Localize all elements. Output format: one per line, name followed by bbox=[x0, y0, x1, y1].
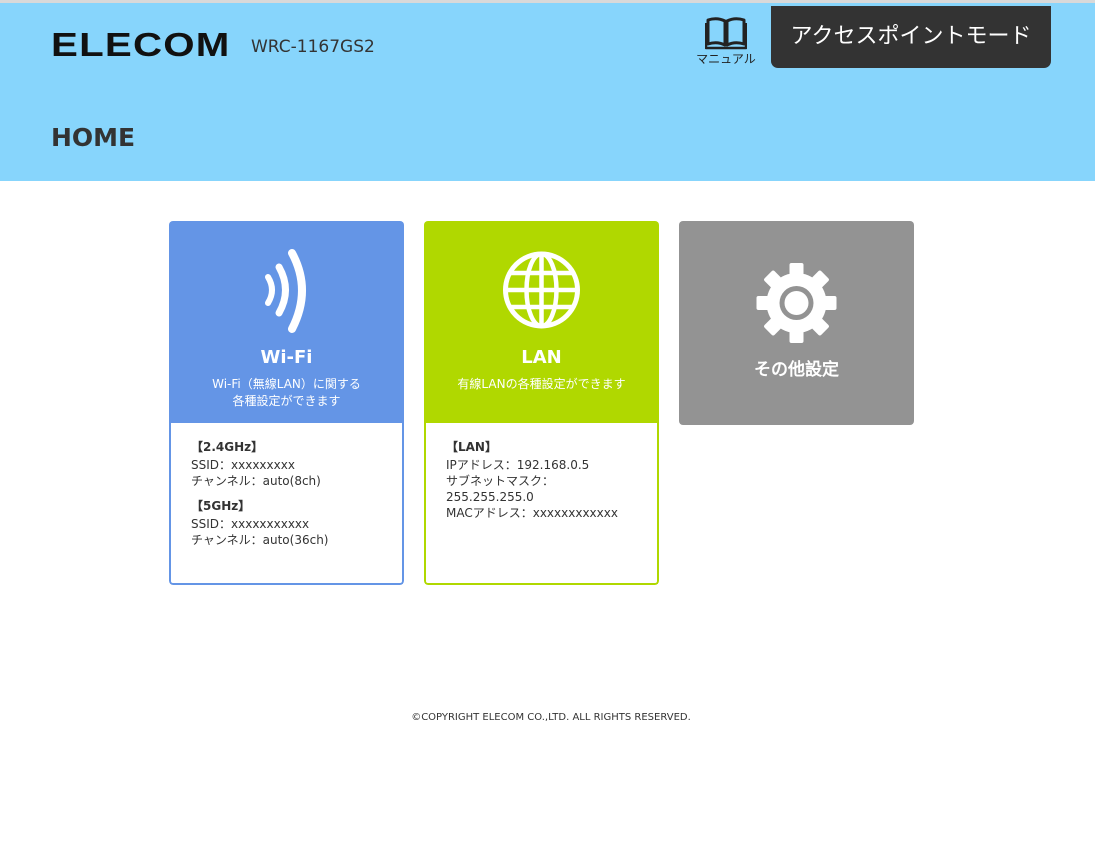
lan-subnet-label: サブネットマスク： bbox=[446, 474, 555, 488]
gear-icon bbox=[756, 263, 837, 343]
lan-ip-address: IPアドレス：192.168.0.5 bbox=[446, 458, 590, 472]
lan-card-header[interactable]: LAN 有線LANの各種設定ができます bbox=[424, 221, 659, 423]
header-bar: ELECOM WRC-1167GS2 マニュアル アクセスポイントモード HOM… bbox=[0, 3, 1095, 181]
band-24ghz-channel: チャンネル：auto(8ch) bbox=[191, 474, 321, 488]
lan-card[interactable]: LAN 有線LANの各種設定ができます 【LAN】 IPアドレス：192.168… bbox=[424, 221, 659, 585]
lan-card-title: LAN bbox=[521, 347, 562, 368]
model-name: WRC-1167GS2 bbox=[251, 37, 375, 57]
manual-label: マニュアル bbox=[696, 52, 756, 66]
manual-link[interactable]: マニュアル bbox=[693, 14, 759, 72]
access-point-mode-button[interactable]: アクセスポイントモード bbox=[771, 6, 1051, 68]
wifi-signal-icon bbox=[265, 249, 306, 333]
page-title: HOME bbox=[51, 123, 136, 152]
lan-subnet-value: 255.255.255.0 bbox=[446, 490, 534, 504]
band-24ghz-heading: 【2.4GHz】 bbox=[191, 440, 264, 454]
band-24ghz-ssid: SSID：xxxxxxxxx bbox=[191, 458, 295, 472]
band-5ghz-channel: チャンネル：auto(36ch) bbox=[191, 533, 329, 547]
wifi-card-header[interactable]: Wi-Fi Wi-Fi（無線LAN）に関する 各種設定ができます bbox=[169, 221, 404, 423]
elecom-logo: ELECOM bbox=[51, 26, 231, 63]
book-icon bbox=[705, 17, 747, 50]
wifi-card-description: Wi-Fi（無線LAN）に関する 各種設定ができます bbox=[179, 376, 394, 410]
other-settings-title: その他設定 bbox=[754, 360, 839, 380]
wifi-desc-line2: 各種設定ができます bbox=[232, 394, 341, 408]
wifi-card-title: Wi-Fi bbox=[260, 347, 313, 368]
globe-icon bbox=[503, 251, 580, 329]
band-5ghz-ssid: SSID：xxxxxxxxxxx bbox=[191, 517, 310, 531]
wifi-desc-line1: Wi-Fi（無線LAN）に関する bbox=[212, 377, 361, 391]
other-settings-card[interactable]: その他設定 bbox=[679, 221, 914, 425]
other-settings-header[interactable]: その他設定 bbox=[679, 221, 914, 425]
band-5ghz-heading: 【5GHz】 bbox=[191, 499, 251, 513]
lan-mac-address: MACアドレス：xxxxxxxxxxxx bbox=[446, 506, 618, 520]
wifi-card-info: 【2.4GHz】 SSID：xxxxxxxxx チャンネル：auto(8ch) … bbox=[169, 423, 404, 585]
lan-heading: 【LAN】 bbox=[446, 440, 497, 454]
copyright-footer: ©COPYRIGHT ELECOM CO.,LTD. ALL RIGHTS RE… bbox=[411, 712, 691, 723]
lan-card-info: 【LAN】 IPアドレス：192.168.0.5 サブネットマスク： 255.2… bbox=[424, 423, 659, 585]
lan-card-description: 有線LANの各種設定ができます bbox=[457, 377, 626, 391]
wifi-card[interactable]: Wi-Fi Wi-Fi（無線LAN）に関する 各種設定ができます 【2.4GHz… bbox=[169, 221, 404, 585]
